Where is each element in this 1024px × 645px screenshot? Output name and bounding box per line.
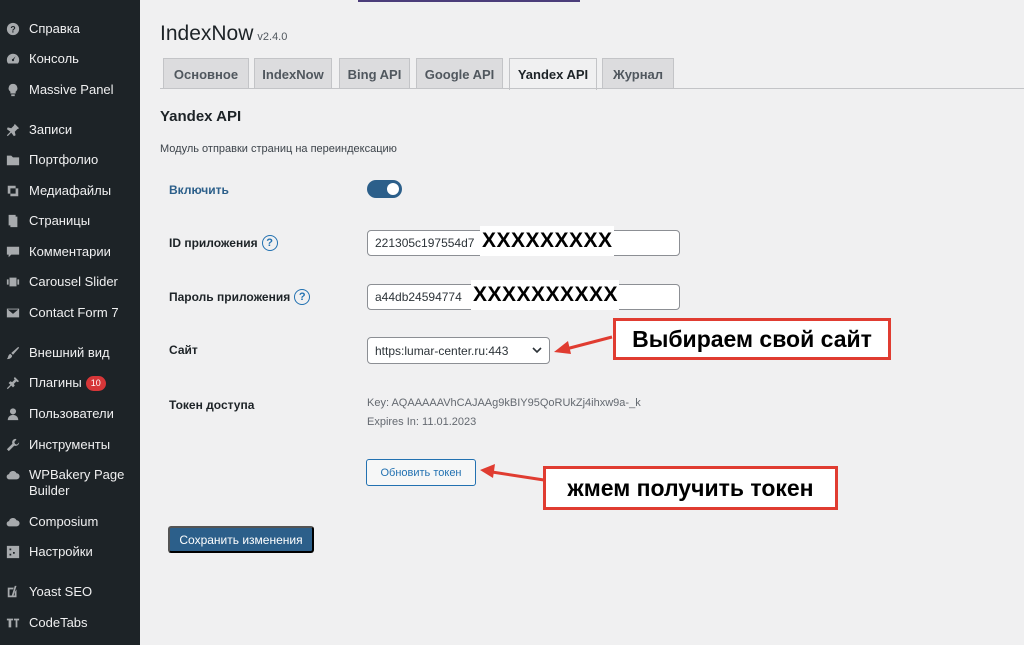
- codetabs-icon: [5, 615, 21, 631]
- svg-text:?: ?: [10, 25, 15, 35]
- comment-icon: [5, 244, 21, 260]
- callout-choose-site: Выбираем свой сайт: [613, 318, 891, 360]
- app-password-value: a44db24594774: [375, 290, 462, 304]
- site-label: Сайт: [169, 343, 198, 357]
- tab-google-api[interactable]: Google API: [416, 58, 503, 89]
- top-accent-line: [358, 0, 580, 2]
- sidebar-item-plugins[interactable]: Плагины 10: [0, 375, 140, 391]
- sidebar-item-label: Справка: [29, 21, 80, 36]
- sidebar-item-pages[interactable]: Страницы: [0, 213, 140, 229]
- tab-log[interactable]: Журнал: [602, 58, 674, 89]
- arrow-icon: [554, 335, 613, 354]
- media-icon: [5, 183, 21, 199]
- tab-bing-api[interactable]: Bing API: [339, 58, 410, 89]
- sidebar-item-posts[interactable]: Записи: [0, 122, 140, 138]
- settings-icon: [5, 544, 21, 560]
- sidebar-item-label: Комментарии: [29, 244, 111, 259]
- token-label: Токен доступа: [169, 398, 255, 412]
- sidebar-item-label: Страницы: [29, 213, 91, 228]
- sidebar-item-portfolio[interactable]: Портфолио: [0, 152, 140, 168]
- brush-icon: [5, 345, 21, 361]
- sidebar-item-label: Плагины 10: [29, 375, 137, 391]
- sidebar-item-label: Composium: [29, 514, 99, 529]
- toggle-knob: [387, 183, 399, 195]
- dashboard-icon: [5, 51, 21, 67]
- update-count-badge: 10: [85, 376, 106, 391]
- enable-label: Включить: [169, 183, 229, 197]
- sidebar-item-label: Настройки: [29, 544, 93, 559]
- wrench-icon: [5, 437, 21, 453]
- save-changes-button[interactable]: Сохранить изменения: [168, 526, 314, 553]
- redaction-mask: XXXXXXXXXX: [471, 280, 619, 310]
- tab-yandex-api[interactable]: Yandex API: [509, 58, 597, 90]
- sidebar-item-users[interactable]: Пользователи: [0, 406, 140, 422]
- sidebar-item-comments[interactable]: Комментарии: [0, 244, 140, 260]
- app-id-label: ID приложения?: [169, 235, 278, 251]
- pin-icon: [5, 122, 21, 138]
- lightbulb-icon: [5, 82, 21, 98]
- chevron-down-icon: [532, 347, 542, 354]
- help-icon[interactable]: ?: [261, 235, 278, 251]
- refresh-token-button[interactable]: Обновить токен: [366, 459, 476, 486]
- sidebar-item-massive-panel[interactable]: Massive Panel: [0, 82, 140, 98]
- sidebar-item-composium[interactable]: Composium: [0, 514, 140, 530]
- sidebar-item-label: Yoast SEO: [29, 584, 93, 599]
- help-icon[interactable]: ?: [294, 289, 311, 305]
- sidebar-item-settings[interactable]: Настройки: [0, 544, 140, 560]
- sidebar-item-label: WPBakery Page Builder: [29, 467, 125, 498]
- sidebar-item-media[interactable]: Медиафайлы: [0, 183, 140, 199]
- tabs-divider: [160, 88, 1024, 89]
- section-title: Yandex API: [160, 108, 242, 125]
- plugin-version: v2.4.0: [257, 31, 288, 43]
- sidebar-item-console[interactable]: Консоль: [0, 51, 140, 67]
- page-title: IndexNow v2.4.0: [160, 22, 288, 45]
- sidebar-item-contact-form[interactable]: Contact Form 7: [0, 305, 140, 321]
- slider-icon: [5, 274, 21, 290]
- token-key: Key: AQAAAAAVhCAJAAg9kBIY95QoRUkZj4ihxw9…: [367, 397, 641, 409]
- redaction-mask: XXXXXXXXX: [480, 226, 614, 256]
- sidebar-item-label: Пользователи: [29, 406, 114, 421]
- tab-indexnow[interactable]: IndexNow: [254, 58, 332, 89]
- sidebar-item-wpbakery[interactable]: WPBakery Page Builder: [0, 467, 140, 499]
- section-description: Модуль отправки страниц на переиндексаци…: [160, 143, 397, 155]
- app-id-value: 221305c197554d7: [375, 236, 475, 250]
- sidebar-item-label: Медиафайлы: [29, 183, 112, 198]
- token-expires: Expires In: 11.01.2023: [367, 416, 477, 428]
- tab-general[interactable]: Основное: [163, 58, 249, 89]
- sidebar-item-appearance[interactable]: Внешний вид: [0, 345, 140, 361]
- folder-icon: [5, 152, 21, 168]
- main-content: IndexNow v2.4.0 Основное IndexNow Bing AP…: [140, 0, 1024, 645]
- app-password-label: Пароль приложения?: [169, 289, 311, 305]
- site-selected-value: https:lumar-center.ru:443: [375, 343, 509, 358]
- app-id-input[interactable]: 221305c197554d7 XXXXXXXXX: [367, 226, 680, 256]
- help-icon: ?: [5, 21, 21, 37]
- site-select[interactable]: https:lumar-center.ru:443: [367, 337, 550, 364]
- sidebar-item-codetabs[interactable]: CodeTabs: [0, 615, 140, 631]
- enable-toggle[interactable]: [367, 180, 402, 198]
- sidebar-item-label: Carousel Slider: [29, 274, 118, 289]
- sidebar-item-label: Консоль: [29, 51, 79, 66]
- plugin-icon: [5, 375, 21, 391]
- callout-get-token: жмем получить токен: [543, 466, 838, 510]
- sidebar-item-label: Портфолио: [29, 152, 99, 167]
- sidebar-item-yoast[interactable]: Yoast SEO: [0, 584, 140, 600]
- sidebar-item-label: Внешний вид: [29, 345, 110, 360]
- arrow-icon: [480, 464, 545, 482]
- cloud-icon: [5, 514, 21, 530]
- sidebar-item-carousel-slider[interactable]: Carousel Slider: [0, 274, 140, 290]
- app-password-input[interactable]: a44db24594774 XXXXXXXXXX: [367, 280, 680, 310]
- user-icon: [5, 406, 21, 422]
- admin-sidebar: ? Справка Консоль Massive Panel Записи П…: [0, 0, 140, 645]
- cloud-icon: [5, 467, 21, 483]
- yoast-icon: [5, 584, 21, 600]
- sidebar-item-help[interactable]: ? Справка: [0, 21, 140, 37]
- sidebar-item-label: CodeTabs: [29, 615, 88, 630]
- sidebar-item-label: Massive Panel: [29, 82, 114, 97]
- pages-icon: [5, 213, 21, 229]
- sidebar-item-label: Contact Form 7: [29, 305, 119, 320]
- sidebar-item-tools[interactable]: Инструменты: [0, 437, 140, 453]
- sidebar-item-label: Записи: [29, 122, 73, 137]
- mail-icon: [5, 305, 21, 321]
- sidebar-item-label: Инструменты: [29, 437, 111, 452]
